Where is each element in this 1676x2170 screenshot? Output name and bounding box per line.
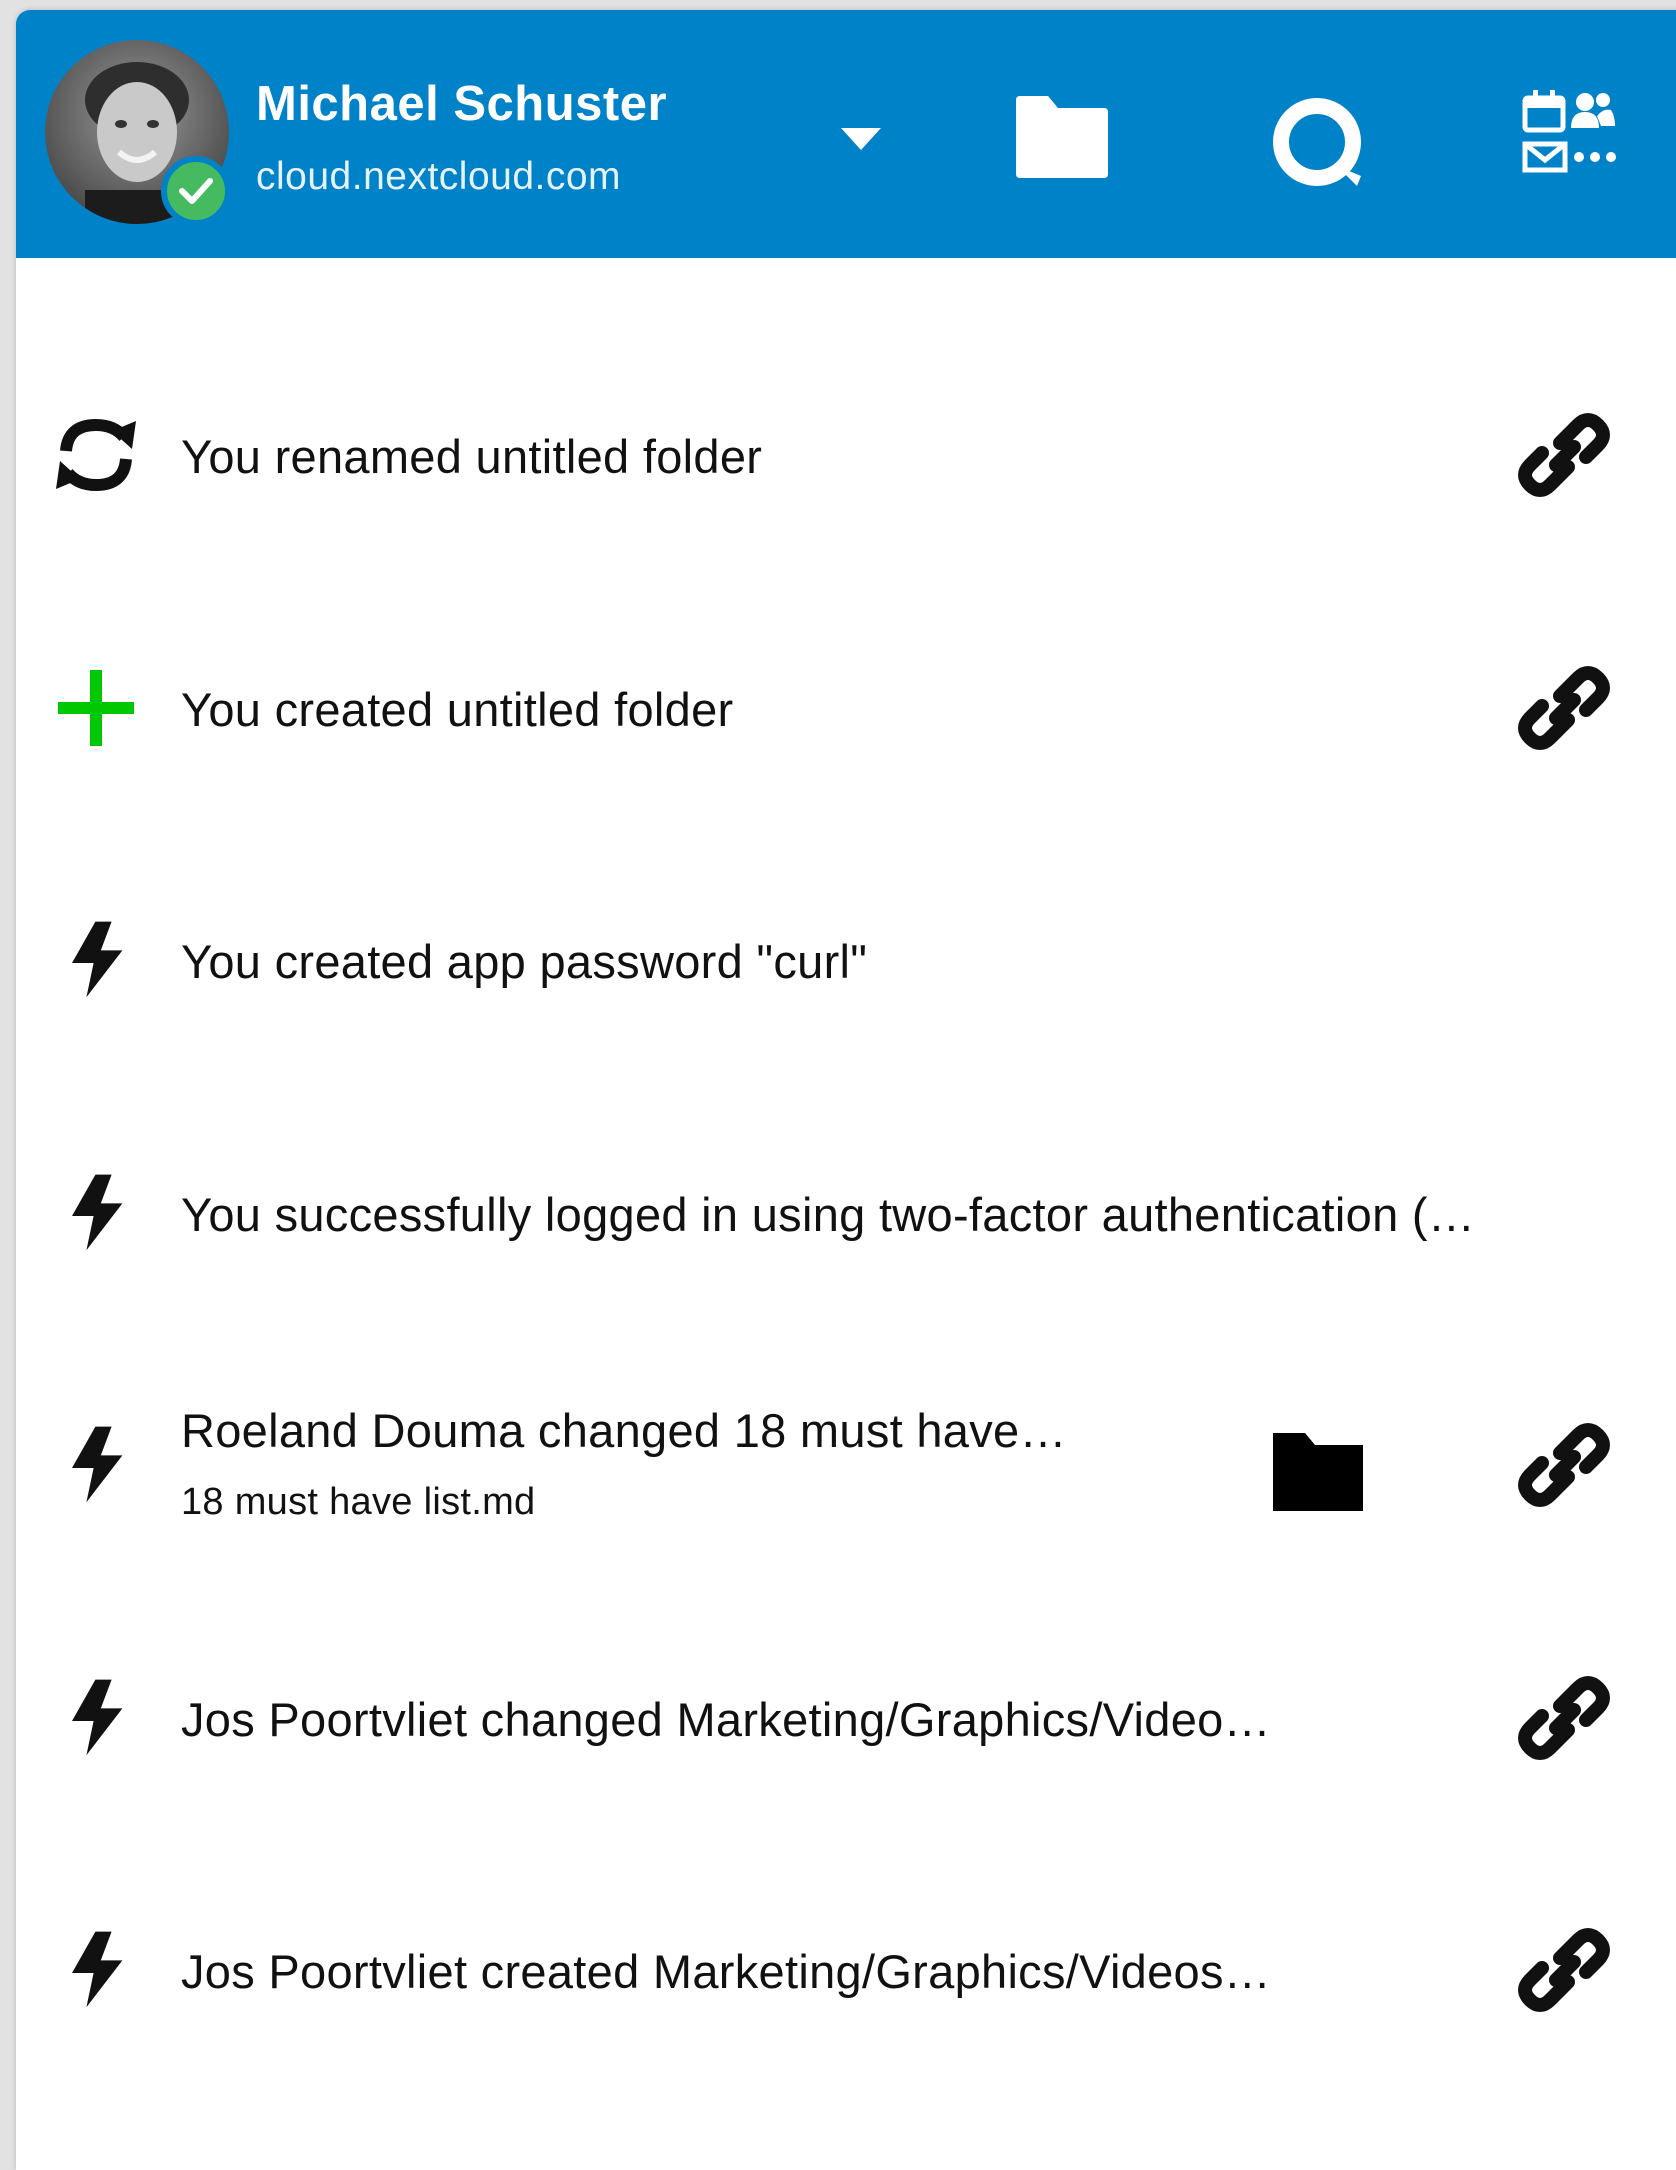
link-icon[interactable] xyxy=(1516,1922,1612,2018)
activity-item[interactable]: Jos Poortvliet changed Marketing/Graphic… xyxy=(16,1648,1676,1788)
activity-text: Jos Poortvliet changed Marketing/Graphic… xyxy=(181,1693,1271,1746)
apps-button[interactable] xyxy=(1521,86,1621,186)
activity-window: Michael Schuster cloud.nextcloud.com You… xyxy=(16,10,1676,2170)
link-icon[interactable] xyxy=(1516,1670,1612,1766)
activity-text: You renamed untitled folder xyxy=(181,430,763,483)
status-online-badge xyxy=(161,156,231,226)
open-files-button[interactable] xyxy=(1014,94,1110,180)
refresh-icon xyxy=(56,418,136,492)
search-icon xyxy=(1273,98,1361,186)
activity-item[interactable]: Jos Poortvliet created Marketing/Graphic… xyxy=(16,1900,1676,2040)
link-icon[interactable] xyxy=(1516,407,1612,503)
activity-text: You created untitled folder xyxy=(181,683,734,736)
lightning-icon xyxy=(72,1426,123,1503)
server-url: cloud.nextcloud.com xyxy=(256,155,622,198)
search-button[interactable] xyxy=(1269,94,1369,194)
activity-item[interactable]: You created app password "curl" xyxy=(16,890,1676,1030)
activity-text: You successfully logged in using two-fac… xyxy=(181,1188,1476,1241)
activity-text: You created app password "curl" xyxy=(181,935,868,988)
link-icon[interactable] xyxy=(1516,660,1612,756)
folder-icon[interactable] xyxy=(1271,1431,1365,1513)
lightning-icon xyxy=(72,921,123,998)
activity-item[interactable]: You renamed untitled folder xyxy=(16,385,1676,525)
checkmark-icon xyxy=(179,178,213,204)
folder-icon xyxy=(1016,96,1108,178)
activity-item[interactable]: You created untitled folder xyxy=(16,638,1676,778)
lightning-icon xyxy=(72,1931,123,2008)
avatar[interactable] xyxy=(45,40,231,226)
user-name: Michael Schuster xyxy=(256,77,668,131)
activity-text: Roeland Douma changed 18 must have… xyxy=(181,1404,1067,1457)
lightning-icon xyxy=(72,1679,123,1756)
caret-down-icon xyxy=(841,128,881,150)
activity-item[interactable]: You successfully logged in using two-fac… xyxy=(16,1143,1676,1283)
lightning-icon xyxy=(72,1174,123,1251)
activity-text: Jos Poortvliet created Marketing/Graphic… xyxy=(181,1945,1272,1998)
activity-subtext: 18 must have list.md xyxy=(181,1481,536,1523)
account-header: Michael Schuster cloud.nextcloud.com xyxy=(16,10,1676,258)
activity-item[interactable]: Roeland Douma changed 18 must have… 18 m… xyxy=(16,1395,1676,1535)
account-dropdown-button[interactable] xyxy=(836,120,886,160)
apps-icon xyxy=(1522,90,1616,173)
plus-icon xyxy=(58,670,134,746)
link-icon[interactable] xyxy=(1516,1417,1612,1513)
